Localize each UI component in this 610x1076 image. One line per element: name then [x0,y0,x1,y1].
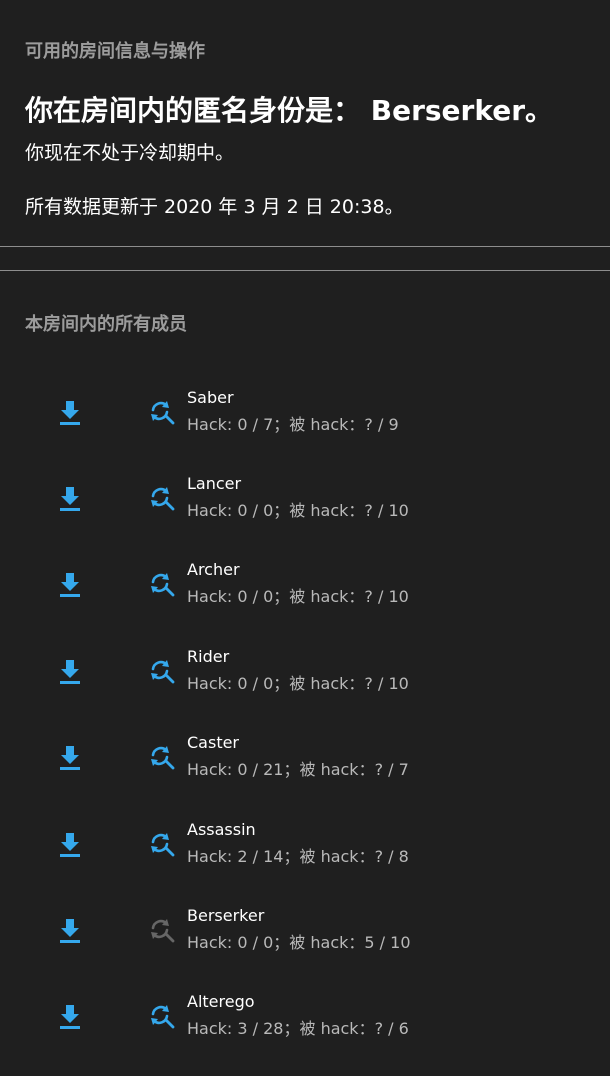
member-hack-stats: Hack: 0 / 0；被 hack：? / 10 [187,501,409,520]
download-icon[interactable] [54,741,86,773]
hack-refresh-icon[interactable] [146,482,178,514]
hack-refresh-icon[interactable] [146,1000,178,1032]
download-icon[interactable] [54,828,86,860]
member-hack-stats: Hack: 0 / 0；被 hack：? / 10 [187,587,409,606]
member-row: Archer Hack: 0 / 0；被 hack：? / 10 [0,560,610,638]
member-name: Assassin [187,820,256,839]
hack-refresh-icon[interactable] [146,828,178,860]
member-row: Berserker Hack: 0 / 0；被 hack：5 / 10 [0,906,610,984]
member-name: Rider [187,647,230,666]
anonymous-identity-heading: 你在房间内的匿名身份是： Berserker。 [25,94,554,127]
divider-top [0,246,610,247]
member-row: Saber Hack: 0 / 7；被 hack：? / 9 [0,388,610,466]
download-icon[interactable] [54,655,86,687]
member-row: Assassin Hack: 2 / 14；被 hack：? / 8 [0,820,610,898]
section-title: 可用的房间信息与操作 [25,41,205,62]
hack-refresh-icon[interactable] [146,396,178,428]
member-row: Caster Hack: 0 / 21；被 hack：? / 7 [0,733,610,811]
download-icon[interactable] [54,1000,86,1032]
hack-refresh-icon[interactable] [146,568,178,600]
member-hack-stats: Hack: 0 / 0；被 hack：? / 10 [187,674,409,693]
member-hack-stats: Hack: 0 / 21；被 hack：? / 7 [187,760,409,779]
member-name: Lancer [187,474,242,493]
hack-refresh-icon[interactable] [146,741,178,773]
member-hack-stats: Hack: 3 / 28；被 hack：? / 6 [187,1019,409,1038]
members-section-title: 本房间内的所有成员 [25,314,187,335]
member-hack-stats: Hack: 0 / 7；被 hack：? / 9 [187,415,399,434]
download-icon[interactable] [54,482,86,514]
download-icon[interactable] [54,396,86,428]
member-name: Archer [187,560,240,579]
room-info-section: 可用的房间信息与操作 你在房间内的匿名身份是： Berserker。 你现在不处… [0,0,610,246]
member-name: Caster [187,733,240,752]
member-hack-stats: Hack: 2 / 14；被 hack：? / 8 [187,847,409,866]
room-info-page: 可用的房间信息与操作 你在房间内的匿名身份是： Berserker。 你现在不处… [0,0,610,1076]
member-hack-stats: Hack: 0 / 0；被 hack：5 / 10 [187,933,411,952]
last-updated-text: 所有数据更新于 2020 年 3 月 2 日 20:38。 [25,196,404,218]
member-row: Alterego Hack: 3 / 28；被 hack：? / 6 [0,992,610,1070]
member-name: Alterego [187,992,255,1011]
member-name: Saber [187,388,234,407]
member-row: Lancer Hack: 0 / 0；被 hack：? / 10 [0,474,610,552]
hack-refresh-icon [146,914,178,946]
cooldown-status: 你现在不处于冷却期中。 [25,142,235,164]
member-name: Berserker [187,906,265,925]
download-icon[interactable] [54,568,86,600]
hack-refresh-icon[interactable] [146,655,178,687]
divider-bottom [0,270,610,271]
member-row: Rider Hack: 0 / 0；被 hack：? / 10 [0,647,610,725]
download-icon[interactable] [54,914,86,946]
